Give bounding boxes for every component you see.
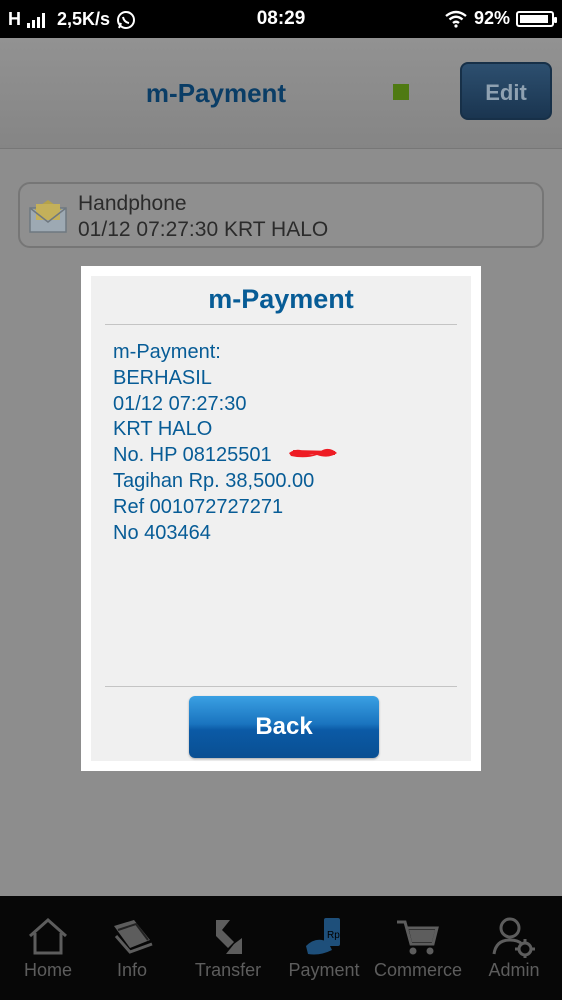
message-line: KRT HALO <box>113 418 213 441</box>
redaction-mark <box>289 448 337 458</box>
nav-label: Commerce <box>373 960 462 980</box>
nav-transfer[interactable]: Transfer <box>182 896 274 1000</box>
message-line: No 403464 <box>113 521 211 544</box>
dialog-content: m-Payment m-Payment: BERHASIL 01/12 07:2… <box>91 276 471 761</box>
nav-admin[interactable]: Admin <box>468 896 560 1000</box>
envelope-icon <box>29 200 67 233</box>
nav-label: Info <box>116 960 148 980</box>
admin-icon <box>492 917 535 958</box>
dialog-title: m-Payment <box>208 284 354 314</box>
connection-status-indicator <box>393 84 409 100</box>
nav-commerce[interactable]: Commerce <box>370 896 466 1000</box>
back-button[interactable]: Back <box>189 696 379 758</box>
transfer-icon <box>216 920 242 954</box>
battery-fill <box>520 14 548 23</box>
dialog-message: m-Payment: BERHASIL 01/12 07:27:30 KRT H… <box>113 340 314 546</box>
message-line: No. HP 08125501 <box>113 444 272 467</box>
cart-icon <box>397 920 439 955</box>
nav-label: Home <box>23 960 72 980</box>
home-icon <box>29 917 67 955</box>
info-book-icon <box>114 920 153 954</box>
nav-label: Transfer <box>194 960 262 980</box>
message-line: Ref 001072727271 <box>113 495 284 518</box>
nav-label: Admin <box>488 960 540 980</box>
message-preview: 01/12 07:27:30 KRT HALO <box>78 218 329 241</box>
message-line: 01/12 07:27:30 <box>113 392 247 415</box>
app-header: m-Payment Edit <box>0 38 562 149</box>
payment-icon: Rp <box>306 918 340 955</box>
message-line: Tagihan Rp. 38,500.00 <box>113 469 315 492</box>
status-right: 92% <box>444 8 557 29</box>
bottom-navigation: Home Info Transfer Rp Payment Commerce A… <box>0 896 562 1000</box>
message-list-item[interactable]: Handphone 01/12 07:27:30 KRT HALO <box>18 182 544 248</box>
payment-result-dialog: m-Payment m-Payment: BERHASIL 01/12 07:2… <box>81 266 481 771</box>
divider <box>105 324 457 325</box>
message-line: m-Payment: <box>113 341 221 363</box>
battery-percent: 92% <box>473 8 510 28</box>
nav-payment[interactable]: Rp Payment <box>278 896 370 1000</box>
nav-home[interactable]: Home <box>0 896 96 1000</box>
divider <box>105 686 457 687</box>
edit-button[interactable]: Edit <box>460 62 552 120</box>
status-bar: H 2,5K/s 08:29 92% <box>0 0 562 38</box>
message-line: BERHASIL <box>113 366 212 389</box>
nav-info[interactable]: Info <box>86 896 178 1000</box>
wifi-icon <box>445 10 467 28</box>
message-sender: Handphone <box>78 192 187 215</box>
nav-label: Payment <box>288 960 360 980</box>
svg-text:Rp: Rp <box>327 930 340 941</box>
battery-icon <box>516 10 557 27</box>
